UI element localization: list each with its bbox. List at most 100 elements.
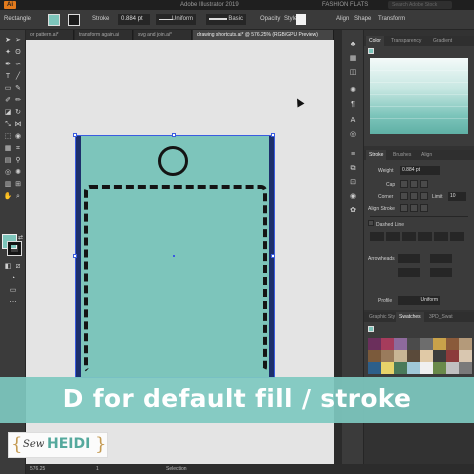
swatch[interactable]: [459, 350, 472, 362]
sun-icon[interactable]: ✺: [348, 86, 358, 96]
stroke-link[interactable]: Stroke: [92, 16, 109, 22]
paragraph-icon[interactable]: ¶: [348, 100, 358, 110]
gradient-tool-icon[interactable]: ▤: [3, 156, 13, 165]
opacity-link[interactable]: Opacity: [260, 16, 280, 22]
gap-field[interactable]: [450, 232, 464, 241]
end-arrowhead-select[interactable]: [430, 254, 452, 263]
selection-tool-icon[interactable]: ➤: [3, 36, 13, 45]
miter-join-icon[interactable]: [400, 192, 408, 200]
type-tool-icon[interactable]: T: [3, 72, 13, 81]
swatch[interactable]: [420, 338, 433, 350]
limit-field[interactable]: 10: [448, 192, 466, 201]
draw-mode-icon[interactable]: ◔: [8, 274, 18, 283]
dash-field[interactable]: [402, 232, 416, 241]
eyedropper-tool-icon[interactable]: ⚲: [13, 156, 23, 165]
curvature-tool-icon[interactable]: ∽: [13, 60, 23, 69]
stroke-icon[interactable]: ≡: [348, 150, 358, 160]
align-center-icon[interactable]: [400, 204, 408, 212]
transform-link[interactable]: Transform: [378, 16, 405, 22]
align-inside-icon[interactable]: [410, 204, 418, 212]
opentype-icon[interactable]: ◎: [348, 130, 358, 140]
swap-fill-stroke-icon[interactable]: ⇄: [18, 234, 23, 241]
tab-document[interactable]: svg and join.ai*: [134, 30, 192, 40]
free-transform-tool-icon[interactable]: ⬚: [3, 132, 13, 141]
swatch[interactable]: [446, 338, 459, 350]
swatch[interactable]: [420, 350, 433, 362]
stock-search-input[interactable]: Search Adobe Stock: [388, 1, 452, 9]
resize-handle[interactable]: [271, 133, 275, 137]
shape-builder-tool-icon[interactable]: ◉: [13, 132, 23, 141]
stroke-color-box[interactable]: [7, 241, 22, 256]
color-spectrum-ramp[interactable]: [370, 58, 468, 134]
edit-toolbar-icon[interactable]: ⋯: [8, 298, 18, 307]
direct-selection-tool-icon[interactable]: ➢: [13, 36, 23, 45]
shape-link[interactable]: Shape: [354, 16, 371, 22]
swatch[interactable]: [394, 350, 407, 362]
gap-field[interactable]: [386, 232, 400, 241]
tab-transparency[interactable]: Transparency: [388, 36, 424, 46]
swatch[interactable]: [394, 338, 407, 350]
mesh-tool-icon[interactable]: ⌗: [13, 144, 23, 153]
swatch[interactable]: [407, 338, 420, 350]
resize-handle[interactable]: [73, 254, 77, 258]
fill-swatch[interactable]: [48, 14, 60, 26]
pen-tool-icon[interactable]: ✒: [3, 60, 13, 69]
swatch[interactable]: [368, 350, 381, 362]
graphic-style-swatch[interactable]: [296, 14, 306, 25]
swatch[interactable]: [433, 338, 446, 350]
selected-tag-shape[interactable]: [73, 133, 275, 378]
swatch[interactable]: [433, 350, 446, 362]
swatch[interactable]: [420, 362, 433, 374]
swatch[interactable]: [368, 338, 381, 350]
profile-select[interactable]: Uniform: [398, 296, 440, 305]
perspective-grid-tool-icon[interactable]: ▦: [3, 144, 13, 153]
swatch[interactable]: [407, 350, 420, 362]
swatch[interactable]: [368, 362, 381, 374]
none-color-icon[interactable]: ⧄: [13, 262, 23, 271]
lasso-tool-icon[interactable]: ʘ: [13, 48, 23, 57]
end-scale-field[interactable]: [430, 268, 452, 277]
align-link[interactable]: Align: [336, 16, 349, 22]
gap-field[interactable]: [418, 232, 432, 241]
default-colors-icon[interactable]: ◧: [3, 262, 13, 271]
color-panel-fill-swatch[interactable]: [368, 48, 374, 54]
line-tool-icon[interactable]: ╱: [13, 72, 23, 81]
pencil-tool-icon[interactable]: ✏: [13, 96, 23, 105]
column-graph-tool-icon[interactable]: ▥: [3, 180, 13, 189]
rotate-tool-icon[interactable]: ↻: [13, 108, 23, 117]
appearance-icon[interactable]: ◉: [348, 192, 358, 202]
width-tool-icon[interactable]: ⋈: [13, 120, 23, 129]
swatch[interactable]: [381, 362, 394, 374]
eraser-tool-icon[interactable]: ◪: [3, 108, 13, 117]
weight-field[interactable]: 0.884 pt: [400, 166, 440, 175]
round-cap-icon[interactable]: [410, 180, 418, 188]
resize-handle[interactable]: [271, 254, 275, 258]
swatch[interactable]: [381, 338, 394, 350]
tab-brushes[interactable]: Brushes: [390, 150, 414, 160]
butt-cap-icon[interactable]: [400, 180, 408, 188]
align-outside-icon[interactable]: [420, 204, 428, 212]
dashed-line-checkbox[interactable]: [368, 220, 374, 226]
round-join-icon[interactable]: [410, 192, 418, 200]
swatch[interactable]: [381, 350, 394, 362]
swatch[interactable]: [407, 362, 420, 374]
artboards-icon[interactable]: ◫: [348, 68, 358, 78]
resize-handle[interactable]: [73, 133, 77, 137]
variable-width-profile-select[interactable]: Uniform: [156, 14, 196, 25]
tab-stroke[interactable]: Stroke: [366, 150, 387, 160]
tab-graphic-styles[interactable]: Graphic Sty: [366, 312, 398, 322]
stroke-swatch[interactable]: [68, 14, 80, 26]
tab-3pd-swatches[interactable]: 3PD_Swat: [426, 312, 456, 322]
transform-icon[interactable]: ⊡: [348, 178, 358, 188]
character-icon[interactable]: A: [348, 116, 358, 126]
artboard-tool-icon[interactable]: ⊞: [13, 180, 23, 189]
dash-field[interactable]: [434, 232, 448, 241]
resize-handle[interactable]: [172, 133, 176, 137]
zoom-tool-icon[interactable]: ⌕: [13, 192, 23, 201]
swatch[interactable]: [459, 362, 472, 374]
swatch[interactable]: [446, 362, 459, 374]
screen-mode-icon[interactable]: ▭: [8, 286, 18, 295]
rectangle-tool-icon[interactable]: ▭: [3, 84, 13, 93]
zoom-level[interactable]: 576.25: [30, 466, 45, 472]
magic-wand-tool-icon[interactable]: ✦: [3, 48, 13, 57]
